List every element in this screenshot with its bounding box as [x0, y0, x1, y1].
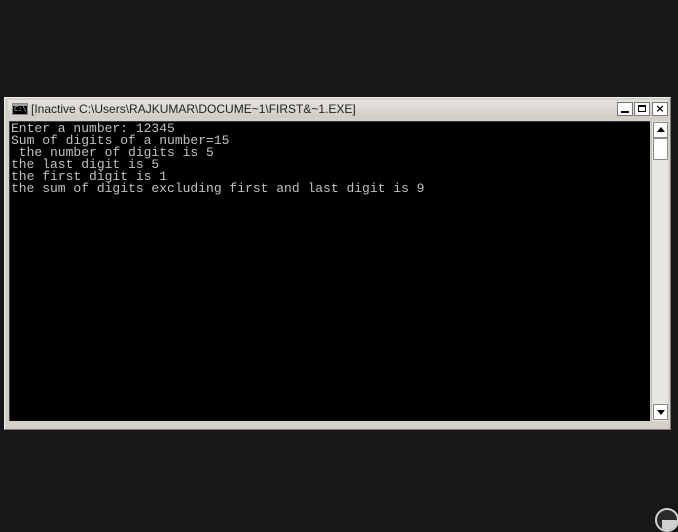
console-window[interactable]: C:\ [Inactive C:\Users\RAJKUMAR\DOCUME~1… [4, 97, 671, 430]
arrow-down-icon [657, 410, 665, 415]
maximize-button[interactable] [634, 102, 650, 116]
scroll-up-button[interactable] [653, 122, 668, 138]
window-title: [Inactive C:\Users\RAJKUMAR\DOCUME~1\FIR… [31, 102, 356, 116]
title-bar[interactable]: C:\ [Inactive C:\Users\RAJKUMAR\DOCUME~1… [8, 100, 668, 118]
scrollbar-thumb[interactable] [653, 138, 668, 160]
scroll-down-button[interactable] [653, 404, 668, 420]
corner-circle-icon [655, 508, 678, 532]
console-app-icon[interactable]: C:\ [12, 103, 28, 115]
maximize-icon [638, 105, 646, 112]
console-line: the sum of digits excluding first and la… [11, 181, 425, 196]
arrow-up-icon [657, 127, 665, 132]
minimize-button[interactable] [617, 102, 633, 116]
close-button[interactable]: × [652, 102, 668, 116]
console-output[interactable]: Enter a number: 12345 Sum of digits of a… [9, 121, 650, 421]
vertical-scrollbar[interactable] [651, 121, 668, 421]
minimize-icon [621, 111, 629, 113]
